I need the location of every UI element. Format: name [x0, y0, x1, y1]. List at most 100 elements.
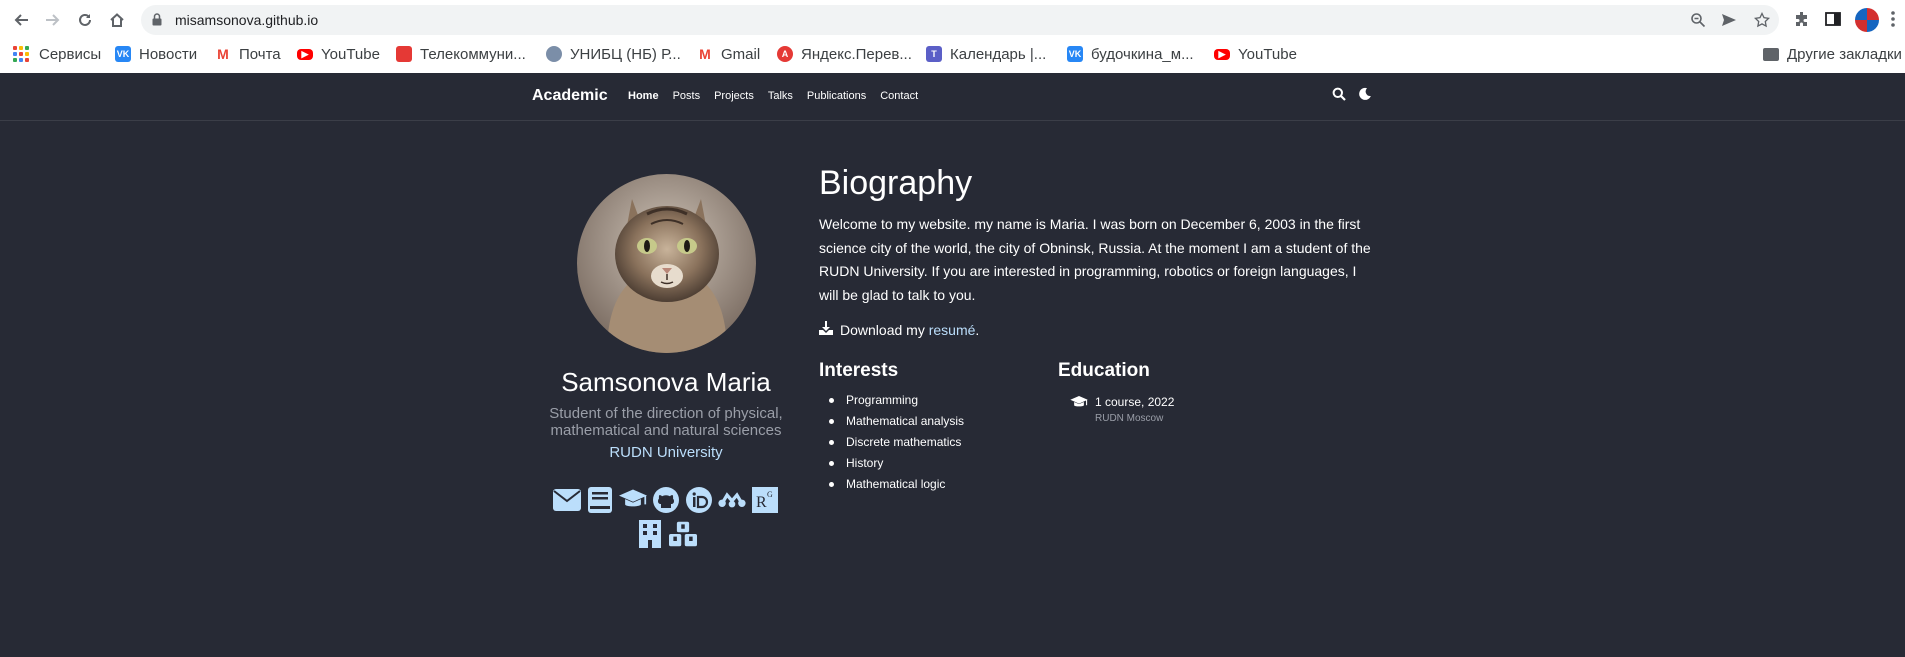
folder-icon — [1763, 47, 1779, 61]
svg-text:G: G — [767, 490, 773, 499]
bookmark-telecom[interactable]: Телекоммуни... — [396, 40, 526, 68]
website: Academic Home Posts Projects Talks Publi… — [0, 73, 1905, 657]
education-course: 1 course, 2022 — [1095, 395, 1175, 409]
menu-item-projects[interactable]: Projects — [714, 90, 754, 102]
profile-name: Samsonova Maria — [561, 367, 771, 397]
book-icon[interactable] — [586, 485, 614, 515]
profile-role: Student of the direction of physical, ma… — [549, 405, 783, 439]
bookmark-label: Телекоммуни... — [420, 45, 526, 63]
bookmark-label: Gmail — [721, 45, 761, 63]
site-menu: Home Posts Projects Talks Publications C… — [628, 90, 918, 102]
biography-title: Biography — [819, 164, 973, 202]
bookmark-label: Календарь |... — [950, 45, 1047, 63]
bookmark-label: Сервисы — [39, 45, 102, 63]
graduation-cap-icon — [1070, 396, 1088, 414]
orcid-icon[interactable] — [685, 485, 713, 515]
bookmark-label: Яндекс.Перев... — [801, 45, 912, 63]
teams-icon: T — [926, 46, 942, 62]
list-item: Mathematical logic — [819, 477, 1039, 498]
education-institution: RUDN Moscow — [1095, 413, 1164, 424]
bookmark-label: YouTube — [1238, 45, 1297, 63]
library-icon — [546, 46, 562, 62]
bookmark-label: YouTube — [321, 45, 380, 63]
list-item: Discrete mathematics — [819, 435, 1039, 456]
bookmark-youtube[interactable]: ▶ YouTube — [297, 40, 380, 68]
download-suffix: . — [975, 321, 980, 338]
building-icon[interactable] — [636, 519, 664, 549]
youtube-icon: ▶ — [1214, 48, 1230, 60]
bookmark-services[interactable]: Сервисы — [13, 40, 101, 68]
bookmark-calendar[interactable]: T Календарь |... — [926, 40, 1046, 68]
interests-list: Programming Mathematical analysis Discre… — [819, 393, 1039, 498]
send-icon[interactable] — [1721, 12, 1737, 28]
vk-icon: VK — [115, 46, 131, 62]
menu-item-talks[interactable]: Talks — [768, 90, 793, 102]
menu-item-posts[interactable]: Posts — [673, 90, 701, 102]
avatar — [577, 174, 756, 353]
gmail-icon: M — [699, 46, 711, 62]
home-icon[interactable] — [107, 10, 127, 30]
youtube-icon: ▶ — [297, 48, 313, 60]
menu-item-contact[interactable]: Contact — [880, 90, 918, 102]
menu-item-publications[interactable]: Publications — [807, 90, 866, 102]
list-item: Programming — [819, 393, 1039, 414]
bookmark-label: Новости — [139, 45, 198, 63]
researchgate-icon[interactable]: RG — [751, 485, 779, 515]
bookmark-yandex-translate[interactable]: A Яндекс.Перев... — [777, 40, 912, 68]
menu-item-home[interactable]: Home — [628, 90, 659, 102]
bookmark-label: Другие закладки — [1787, 45, 1902, 63]
cubes-icon[interactable] — [668, 519, 697, 549]
bookmark-label: будочкина_м... — [1091, 45, 1194, 63]
bookmark-youtube-2[interactable]: ▶ YouTube — [1214, 40, 1297, 68]
side-panel-icon[interactable] — [1824, 10, 1844, 30]
resume-link[interactable]: resumé — [929, 322, 976, 338]
star-icon[interactable] — [1753, 11, 1771, 28]
yandex-translate-icon: A — [777, 46, 793, 62]
bookmark-budochkina[interactable]: VK будочкина_м... — [1067, 40, 1194, 68]
mail-icon: M — [217, 46, 229, 62]
social-links: RG — [530, 485, 802, 549]
bookmark-unibc[interactable]: УНИБЦ (НБ) Р... — [546, 40, 681, 68]
address-bar[interactable]: misamsonova.github.io — [141, 5, 1779, 35]
menu-kebab-icon[interactable] — [1890, 10, 1900, 30]
download-prefix: Download my — [840, 321, 929, 338]
reload-icon[interactable] — [75, 10, 95, 30]
profile-organization[interactable]: RUDN University — [530, 444, 802, 461]
bookmark-other[interactable]: Другие закладки — [1763, 40, 1902, 68]
profile-avatar-icon[interactable] — [1855, 8, 1879, 32]
back-arrow-icon[interactable] — [11, 10, 31, 30]
graduation-cap-icon[interactable] — [619, 485, 647, 515]
github-icon[interactable] — [652, 485, 680, 515]
biography-text: Welcome to my website. my name is Maria.… — [819, 216, 1371, 303]
extensions-icon[interactable] — [1793, 10, 1813, 30]
svg-text:R: R — [756, 494, 767, 511]
bookmark-gmail[interactable]: M Gmail — [697, 40, 760, 68]
zoom-icon[interactable] — [1690, 12, 1706, 28]
bookmark-news[interactable]: VK Новости — [115, 40, 197, 68]
download-resume: Download my resumé. — [819, 321, 979, 338]
interests-title: Interests — [819, 360, 899, 381]
lock-icon — [152, 13, 162, 31]
search-icon[interactable] — [1332, 87, 1348, 103]
envelope-icon[interactable] — [553, 485, 581, 515]
education-title: Education — [1058, 360, 1150, 381]
bookmark-mail[interactable]: M Почта — [215, 40, 281, 68]
cat-photo — [577, 174, 756, 353]
site-brand[interactable]: Academic — [532, 87, 608, 105]
download-icon — [819, 321, 833, 338]
forward-arrow-icon[interactable] — [43, 10, 63, 30]
browser-toolbar: misamsonova.github.io — [0, 0, 1905, 40]
list-item: History — [819, 456, 1039, 477]
bookmark-icon — [396, 46, 412, 62]
dark-mode-moon-icon[interactable] — [1358, 87, 1374, 103]
url-text[interactable]: misamsonova.github.io — [175, 12, 318, 28]
vk-icon: VK — [1067, 46, 1083, 62]
bookmark-label: УНИБЦ (НБ) Р... — [570, 45, 681, 63]
apps-grid-icon — [13, 46, 29, 62]
browser-chrome: misamsonova.github.io Сервисы VK Новости… — [0, 0, 1905, 73]
mendeley-icon[interactable] — [718, 485, 746, 515]
bookmark-label: Почта — [239, 45, 281, 63]
list-item: Mathematical analysis — [819, 414, 1039, 435]
site-navbar: Academic Home Posts Projects Talks Publi… — [0, 73, 1905, 121]
bookmarks-bar: Сервисы VK Новости M Почта ▶ YouTube Тел… — [0, 40, 1905, 73]
